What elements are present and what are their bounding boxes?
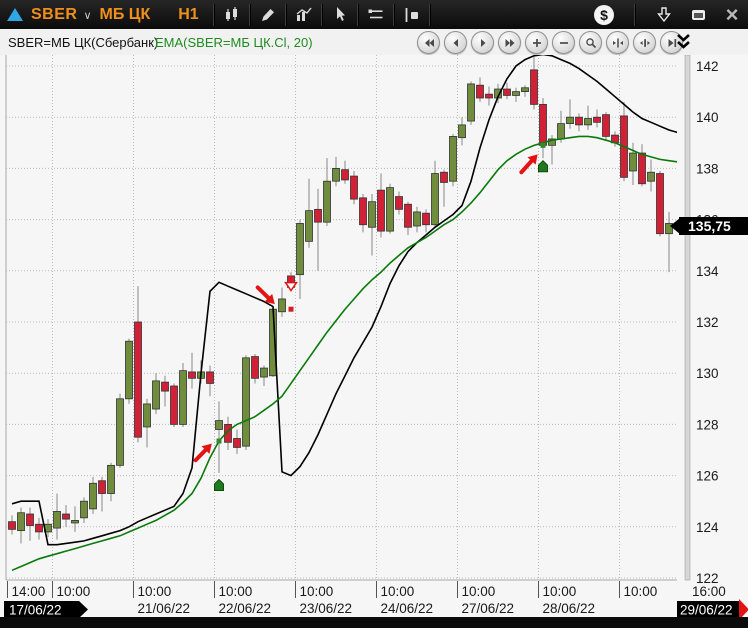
y-axis-label: 126 — [696, 469, 719, 484]
toolbar-separator — [213, 4, 215, 26]
close-icon[interactable]: × — [722, 5, 742, 25]
toolbar-separator — [429, 4, 431, 26]
x-axis-time-label: 14:00 — [12, 584, 46, 599]
toolbar-separator — [249, 4, 251, 26]
x-axis-time-label: 10:00 — [543, 584, 577, 599]
x-axis-time-label: 10:00 — [57, 584, 91, 599]
levels-icon[interactable] — [363, 3, 389, 27]
scroll-fast-left-button[interactable] — [417, 31, 440, 54]
svg-text:17/06/22: 17/06/22 — [9, 603, 62, 618]
status-bar — [0, 617, 748, 628]
axis-divider[interactable] — [685, 55, 690, 580]
x-axis-time-label: 10:00 — [624, 584, 658, 599]
y-axis-label: 142 — [696, 59, 719, 74]
y-axis-label: 132 — [696, 315, 719, 330]
x-axis-time-label: 10:00 — [381, 584, 415, 599]
zoom-in-button[interactable] — [525, 31, 548, 54]
y-axis-label: 140 — [696, 110, 719, 125]
dollar-icon[interactable]: $ — [594, 5, 614, 25]
scroll-fast-right-button[interactable] — [498, 31, 521, 54]
toolbar-separator — [357, 4, 359, 26]
toolbar-separator — [634, 4, 636, 26]
y-axis-label: 134 — [696, 264, 719, 279]
download-arrow-icon[interactable] — [654, 5, 674, 25]
price-chart[interactable]: 14214013813613413213012812612412214:0010… — [0, 55, 748, 617]
x-axis-date-label: 27/06/22 — [462, 601, 515, 616]
toolbar-separator — [285, 4, 287, 26]
toolbar-separator — [321, 4, 323, 26]
app-logo-icon — [7, 8, 23, 21]
ema-knot-green — [217, 439, 222, 444]
double-chevron-down-icon — [676, 33, 691, 51]
x-axis-time-label: 10:00 — [138, 584, 172, 599]
chart-canvas: 14214013813613413213012812612412214:0010… — [0, 55, 748, 617]
bar-width-button[interactable] — [633, 31, 656, 54]
x-axis-date-label: 22/06/22 — [219, 601, 272, 616]
corner-time-label: 16:00 — [692, 584, 726, 599]
objects-icon[interactable] — [399, 3, 425, 27]
svg-text:29/06/22: 29/06/22 — [680, 603, 733, 618]
y-axis-label: 130 — [696, 366, 719, 381]
timeframe-label[interactable]: H1 — [178, 6, 198, 24]
svg-text:135,75: 135,75 — [688, 218, 731, 234]
y-axis-label: 138 — [696, 161, 719, 176]
x-axis-date-label: 23/06/22 — [300, 601, 353, 616]
instrument-title: SBER=МБ ЦК(Сбербанк) — [8, 35, 158, 50]
scroll-left-button[interactable] — [444, 31, 467, 54]
zoom-select-button[interactable] — [579, 31, 602, 54]
chart-header: SBER=МБ ЦК(Сбербанк) EMA(SBER=МБ ЦК.Cl, … — [0, 29, 748, 56]
x-axis-date-label: 28/06/22 — [543, 601, 596, 616]
y-axis-label: 124 — [696, 520, 719, 535]
candlestick-chart-icon[interactable] — [219, 3, 245, 27]
left-date-tag: 17/06/22 — [4, 601, 88, 617]
ema-knot-green — [541, 143, 546, 148]
right-date-tag: 29/06/22 — [677, 599, 748, 617]
collapse-panel-button[interactable] — [676, 33, 691, 56]
symbol-label[interactable]: SBER — [31, 6, 77, 24]
zoom-out-button[interactable] — [552, 31, 575, 54]
market-label[interactable]: МБ ЦК — [100, 6, 151, 24]
toolbar: SBER ∨ МБ ЦК H1 $ × — [0, 0, 748, 29]
x-axis-time-label: 10:00 — [462, 584, 496, 599]
window-restore-icon[interactable] — [688, 5, 708, 25]
cursor-icon[interactable] — [327, 3, 353, 27]
x-axis-date-label: 24/06/22 — [381, 601, 434, 616]
pencil-icon[interactable] — [255, 3, 281, 27]
expand-horizontal-button[interactable] — [606, 31, 629, 54]
toolbar-separator — [393, 4, 395, 26]
x-axis-time-label: 10:00 — [219, 584, 253, 599]
x-axis-time-label: 10:00 — [300, 584, 334, 599]
y-axis-label: 128 — [696, 417, 719, 432]
scroll-right-button[interactable] — [471, 31, 494, 54]
indicator-title: EMA(SBER=МБ ЦК.Cl, 20) — [155, 35, 313, 50]
x-axis-date-label: 21/06/22 — [138, 601, 191, 616]
chevron-down-icon[interactable]: ∨ — [83, 9, 91, 22]
ema-knot-red — [289, 307, 294, 312]
current-price-tag: 135,75 — [670, 217, 748, 235]
chart-window: SBER ∨ МБ ЦК H1 $ × SBER=МБ ЦК(Сбербанк)… — [0, 0, 748, 628]
indicator-icon[interactable] — [291, 3, 317, 27]
